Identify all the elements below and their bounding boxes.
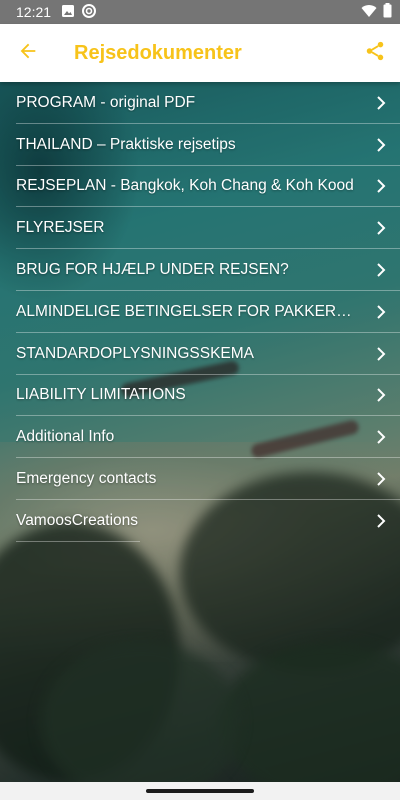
image-icon [61,4,75,21]
share-icon [364,40,386,67]
list-item-label: Emergency contacts [16,470,157,488]
chevron-right-icon [366,514,386,528]
status-time: 12:21 [16,4,52,20]
list-item-help[interactable]: BRUG FOR HJÆLP UNDER REJSEN? [0,249,400,291]
app-bar: Rejsedokumenter [0,24,400,82]
chevron-right-icon [366,430,386,444]
chevron-right-icon [366,179,386,194]
back-button[interactable] [0,24,56,82]
document-list: PROGRAM - original PDF THAILAND – Prakti… [0,82,400,542]
list-item-label: VamoosCreations [16,511,139,529]
list-item-label: LIABILITY LIMITATIONS [16,386,186,404]
list-item-vamoos-creations[interactable]: VamoosCreations [0,500,400,542]
list-item-label: BRUG FOR HJÆLP UNDER REJSEN? [16,261,289,279]
chevron-right-icon [366,346,386,361]
list-item-additional-info[interactable]: Additional Info [0,416,400,458]
share-button[interactable] [350,24,400,82]
chevron-right-icon [366,221,386,235]
chevron-right-icon [366,388,386,403]
navigation-bar [0,782,400,800]
list-item-conditions[interactable]: ALMINDELIGE BETINGELSER FOR PAKKEREJSER [0,291,400,333]
chevron-right-icon [366,96,386,110]
sync-icon [81,3,97,22]
list-item-label: REJSEPLAN - Bangkok, Koh Chang & Koh Koo… [16,177,354,195]
list-item-label: THAILAND – Praktiske rejsetips [16,135,236,153]
list-item-standard-form[interactable]: STANDARDOPLYSNINGSSKEMA [0,333,400,375]
list-item-program-pdf[interactable]: PROGRAM - original PDF [0,82,400,124]
status-bar: 12:21 [0,0,400,24]
home-gesture-handle[interactable] [146,789,254,793]
wifi-icon [361,4,377,21]
list-item-label: PROGRAM - original PDF [16,93,196,111]
list-item-thailand-tips[interactable]: THAILAND – Praktiske rejsetips [0,124,400,166]
chevron-right-icon [366,472,386,486]
chevron-right-icon [366,137,386,152]
battery-icon [383,3,392,21]
list-item-label: FLYREJSER [16,219,105,237]
list-item-flyrejser[interactable]: FLYREJSER [0,207,400,249]
list-item-label: ALMINDELIGE BETINGELSER FOR PAKKEREJSER [16,302,358,320]
list-item-label: STANDARDOPLYSNINGSSKEMA [16,344,255,362]
chevron-right-icon [366,305,386,319]
page-title: Rejsedokumenter [74,41,242,64]
arrow-left-icon [17,40,39,67]
list-item-rejseplan[interactable]: REJSEPLAN - Bangkok, Koh Chang & Koh Koo… [0,166,400,208]
chevron-right-icon [366,263,386,277]
list-item-liability[interactable]: LIABILITY LIMITATIONS [0,375,400,417]
list-item-label: Additional Info [16,428,115,446]
list-item-emergency-contacts[interactable]: Emergency contacts [0,458,400,500]
